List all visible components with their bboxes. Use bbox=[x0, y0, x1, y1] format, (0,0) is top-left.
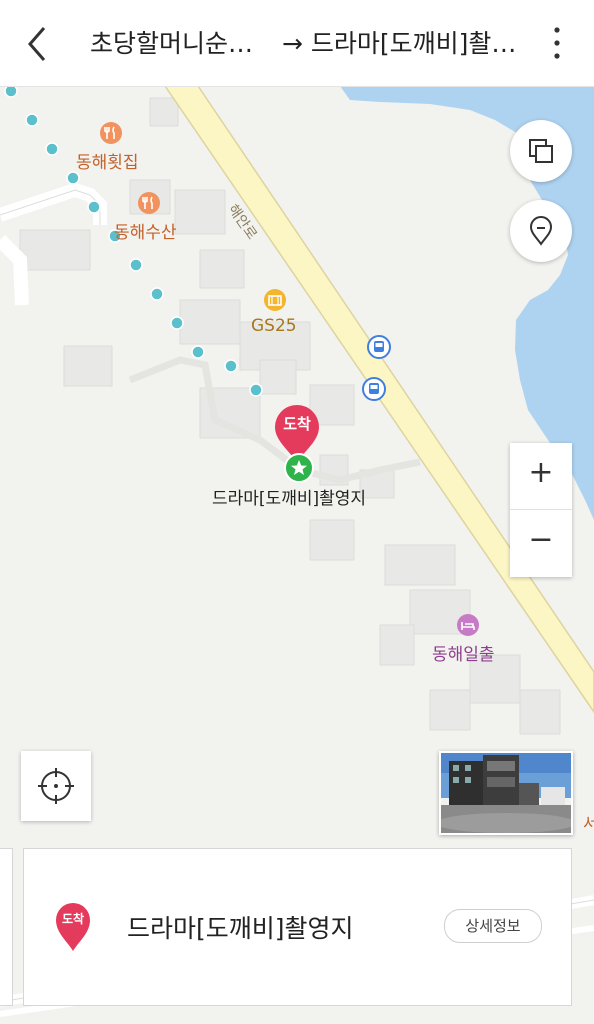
destination-pin-icon: 도착 bbox=[54, 901, 92, 953]
more-options-icon[interactable] bbox=[545, 24, 569, 64]
zoom-control: + − bbox=[510, 443, 572, 577]
bus-stop-icon[interactable] bbox=[362, 377, 386, 401]
zoom-in-button[interactable]: + bbox=[510, 443, 572, 510]
destination-badge: 도착 bbox=[283, 415, 311, 433]
destination-title-text: 드라마[도깨비]촬… bbox=[310, 29, 517, 58]
back-icon[interactable] bbox=[22, 24, 58, 64]
poi-label[interactable]: GS25 bbox=[251, 316, 297, 336]
previous-card-edge[interactable] bbox=[0, 848, 13, 1006]
layers-icon bbox=[529, 139, 553, 163]
street-view-thumbnail[interactable] bbox=[439, 751, 573, 835]
zoom-in-label: + bbox=[528, 455, 554, 490]
restaurant-icon[interactable] bbox=[100, 122, 122, 144]
poi-label[interactable]: 동해일출 bbox=[432, 640, 495, 665]
star-icon[interactable] bbox=[284, 453, 314, 483]
location-pin-icon bbox=[529, 216, 553, 246]
edge-poi-label: 서 bbox=[583, 814, 594, 833]
destination-label[interactable]: 드라마[도깨비]촬영지 bbox=[212, 484, 366, 509]
crosshair-icon bbox=[38, 768, 74, 804]
street-view-image bbox=[441, 753, 571, 833]
location-pin-button[interactable] bbox=[510, 200, 572, 262]
poi-label[interactable]: 동해횟집 bbox=[76, 148, 139, 173]
current-location-button[interactable] bbox=[21, 751, 91, 821]
lodging-icon[interactable] bbox=[457, 614, 479, 636]
map-layers-button[interactable] bbox=[510, 120, 572, 182]
restaurant-icon[interactable] bbox=[138, 192, 160, 214]
place-card[interactable]: 도착 드라마[도깨비]촬영지 상세정보 bbox=[23, 848, 572, 1006]
poi-label[interactable]: 동해수산 bbox=[114, 218, 177, 243]
card-badge: 도착 bbox=[61, 912, 85, 926]
place-name: 드라마[도깨비]촬영지 bbox=[127, 914, 354, 943]
arrow-text: → bbox=[282, 29, 303, 58]
route-destination-title: → 드라마[도깨비]촬… bbox=[282, 24, 516, 60]
convenience-store-icon[interactable] bbox=[264, 289, 286, 311]
top-bar: 초당할머니순… → 드라마[도깨비]촬… bbox=[0, 0, 594, 87]
bus-stop-icon[interactable] bbox=[367, 335, 391, 359]
route-origin-title: 초당할머니순… bbox=[90, 29, 254, 58]
zoom-out-button[interactable]: − bbox=[510, 510, 572, 576]
zoom-out-label: − bbox=[528, 522, 554, 557]
details-button[interactable]: 상세정보 bbox=[444, 909, 542, 943]
